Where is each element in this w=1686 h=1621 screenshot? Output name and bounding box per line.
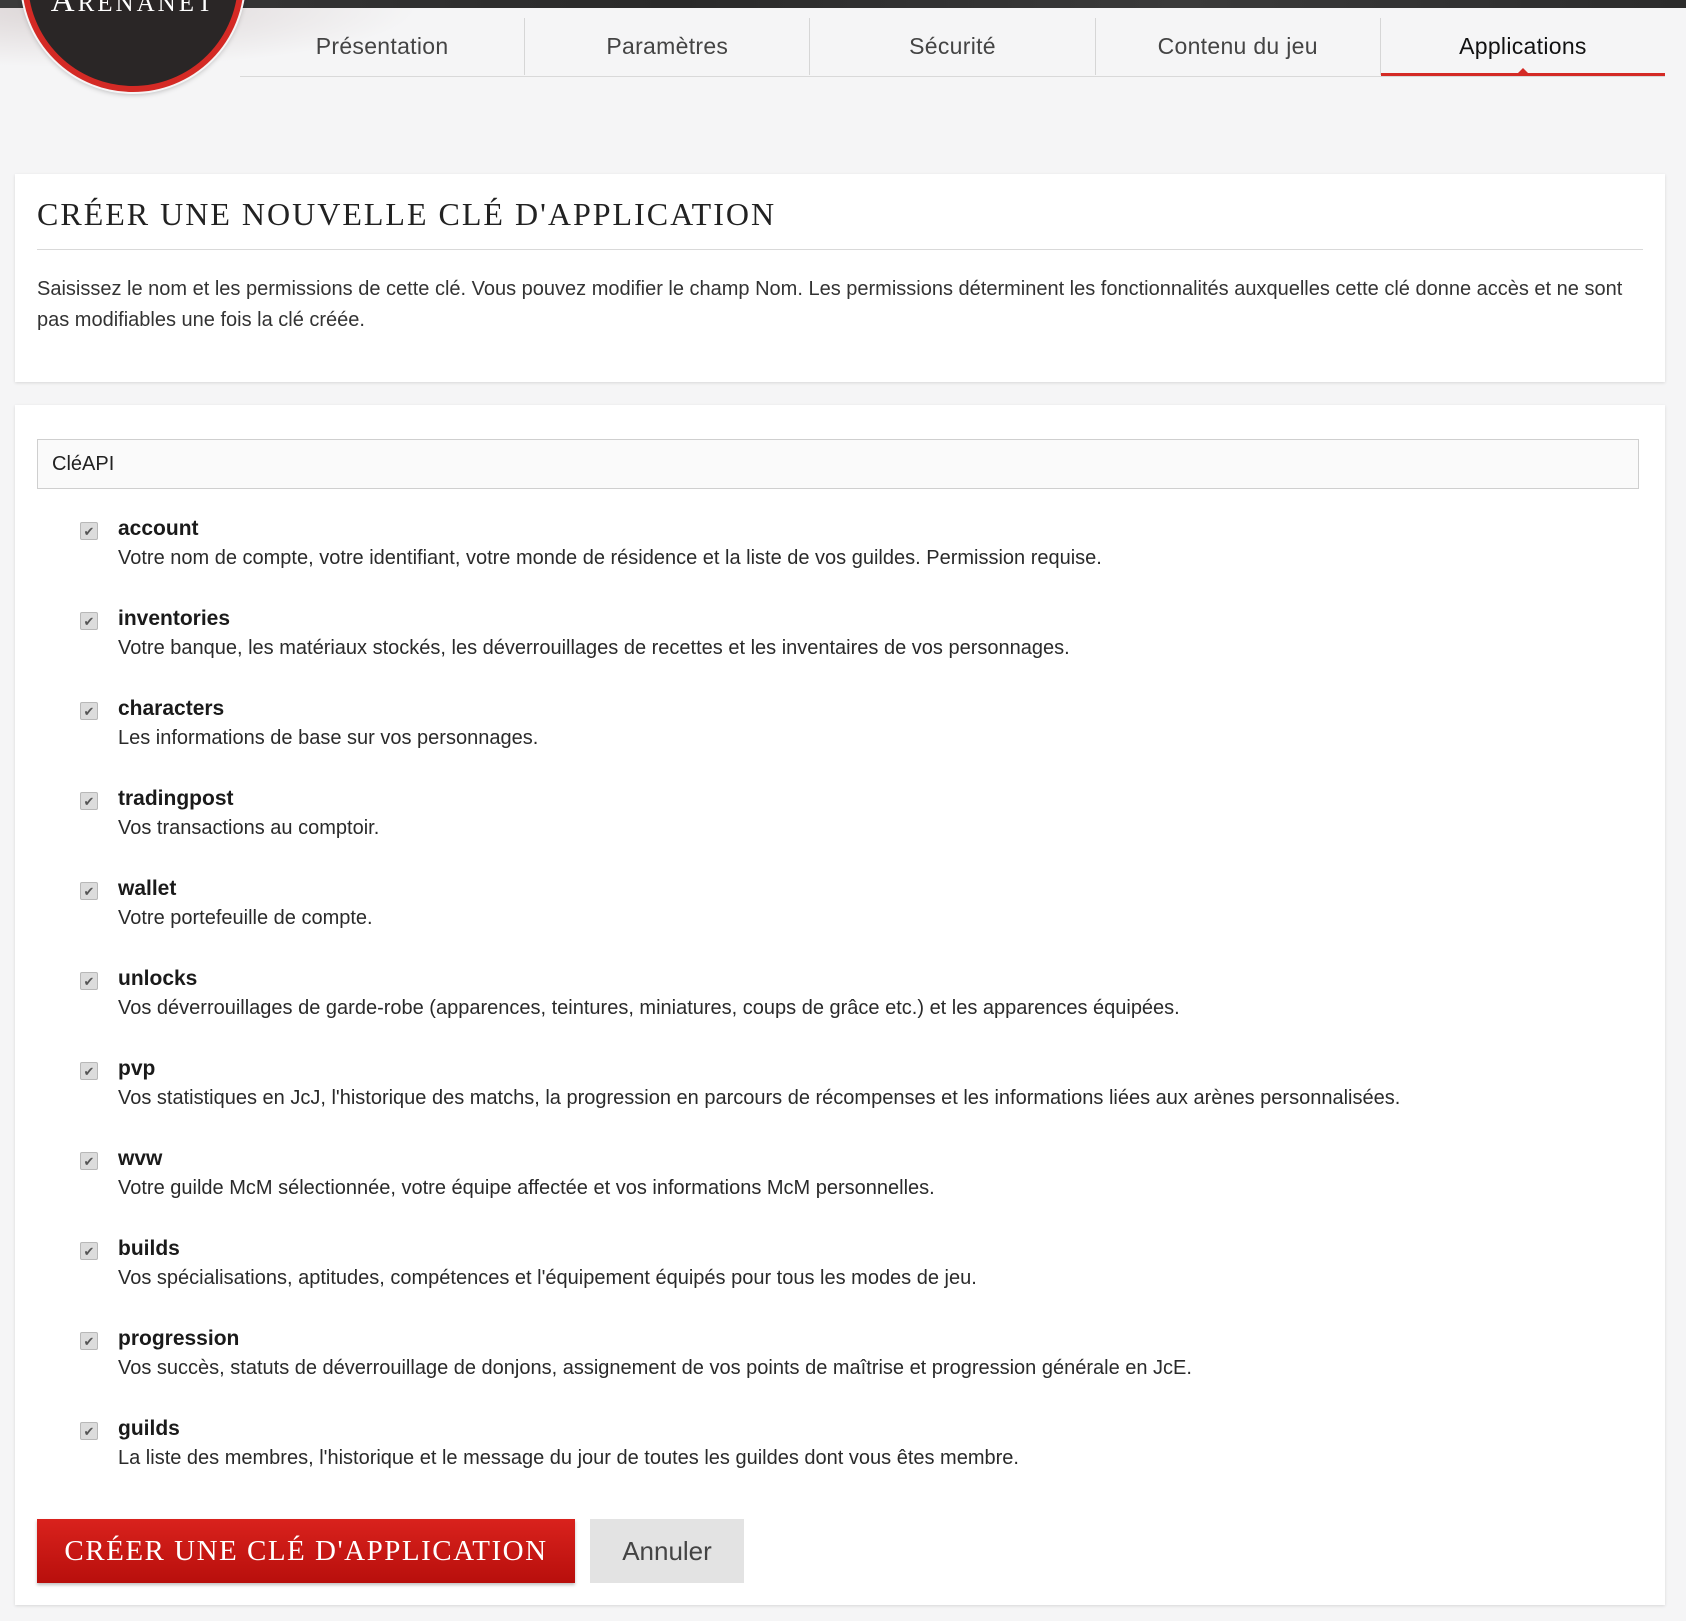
- permission-item: ✔ wallet Votre portefeuille de compte.: [80, 877, 1580, 967]
- permission-name: pvp: [118, 1057, 156, 1080]
- permission-description: Votre banque, les matériaux stockés, les…: [118, 637, 1070, 659]
- arenanet-logo[interactable]: ARENANET: [22, 0, 244, 92]
- cancel-button[interactable]: Annuler: [590, 1519, 744, 1583]
- tab-presentation[interactable]: Présentation: [240, 18, 526, 75]
- permission-name: inventories: [118, 607, 231, 630]
- page-title: CRÉER UNE NOUVELLE CLÉ D'APPLICATION: [37, 196, 1643, 250]
- permission-checkbox[interactable]: ✔: [80, 1242, 98, 1260]
- permission-item: ✔ guilds La liste des membres, l'historiqu…: [80, 1417, 1580, 1507]
- permission-item: ✔ pvp Vos statistiques en JcJ, l'historiqu…: [80, 1057, 1580, 1147]
- permission-name: guilds: [118, 1417, 180, 1440]
- tab-applications[interactable]: Applications: [1380, 18, 1666, 76]
- permission-checkbox[interactable]: ✔: [80, 522, 98, 540]
- permission-description: Votre nom de compte, votre identifiant, …: [118, 547, 1102, 569]
- permission-name: unlocks: [118, 967, 198, 990]
- permission-description: Les informations de base sur vos personn…: [118, 727, 539, 749]
- permission-checkbox[interactable]: ✔: [80, 792, 98, 810]
- permission-name: builds: [118, 1237, 180, 1260]
- create-key-form: ✔ account Votre nom de compte, votre ident…: [15, 405, 1665, 1605]
- tab-securite[interactable]: Sécurité: [810, 18, 1096, 75]
- key-name-input[interactable]: [37, 439, 1639, 489]
- tab-contenu-du-jeu[interactable]: Contenu du jeu: [1096, 18, 1381, 75]
- permission-name: account: [118, 517, 199, 540]
- permission-name: progression: [118, 1327, 240, 1350]
- intro-description: Saisissez le nom et les permissions de c…: [37, 278, 1623, 331]
- create-key-button[interactable]: CRÉER UNE CLÉ D'APPLICATION: [37, 1519, 575, 1583]
- permission-item: ✔ inventories Votre banque, les matériaux …: [80, 607, 1580, 697]
- permission-checkbox[interactable]: ✔: [80, 1062, 98, 1080]
- top-bar: [0, 0, 1686, 8]
- permission-checkbox[interactable]: ✔: [80, 882, 98, 900]
- permission-checkbox[interactable]: ✔: [80, 1152, 98, 1170]
- permission-description: Votre portefeuille de compte.: [118, 907, 373, 929]
- permission-name: characters: [118, 697, 225, 720]
- permission-description: Vos succès, statuts de déverrouillage de…: [118, 1357, 1192, 1379]
- permission-name: wallet: [118, 877, 177, 900]
- permission-item: ✔ tradingpost Vos transactions au comptoir…: [80, 787, 1580, 877]
- permission-checkbox[interactable]: ✔: [80, 972, 98, 990]
- account-tabs: Présentation Paramètres Sécurité Contenu…: [240, 18, 1666, 77]
- permission-item: ✔ wvw Votre guilde McM sélectionnée, votre…: [80, 1147, 1580, 1237]
- permission-description: Votre guilde McM sélectionnée, votre équ…: [118, 1177, 935, 1199]
- permission-checkbox[interactable]: ✔: [80, 612, 98, 630]
- permission-description: Vos statistiques en JcJ, l'historique de…: [118, 1087, 1401, 1109]
- permission-checkbox[interactable]: ✔: [80, 1332, 98, 1350]
- permission-description: La liste des membres, l'historique et le…: [118, 1447, 1019, 1469]
- logo-text: ARENANET: [50, 0, 216, 19]
- permission-item: ✔ characters Les informations de base sur …: [80, 697, 1580, 787]
- tab-parametres[interactable]: Paramètres: [525, 18, 811, 75]
- intro-card: CRÉER UNE NOUVELLE CLÉ D'APPLICATION Sai…: [15, 174, 1665, 382]
- permission-item: ✔ progression Vos succès, statuts de déver…: [80, 1327, 1580, 1417]
- permission-description: Vos transactions au comptoir.: [118, 817, 380, 839]
- permission-item: ✔ builds Vos spécialisations, aptitudes, c…: [80, 1237, 1580, 1327]
- permission-item: ✔ account Votre nom de compte, votre ident…: [80, 517, 1580, 607]
- permissions-list: ✔ account Votre nom de compte, votre ident…: [80, 517, 1580, 1507]
- permission-name: tradingpost: [118, 787, 234, 810]
- permission-checkbox[interactable]: ✔: [80, 702, 98, 720]
- permission-checkbox[interactable]: ✔: [80, 1422, 98, 1440]
- permission-description: Vos spécialisations, aptitudes, compéten…: [118, 1267, 977, 1289]
- permission-description: Vos déverrouillages de garde-robe (appar…: [118, 997, 1180, 1019]
- permission-item: ✔ unlocks Vos déverrouillages de garde-rob…: [80, 967, 1580, 1057]
- permission-name: wvw: [118, 1147, 163, 1170]
